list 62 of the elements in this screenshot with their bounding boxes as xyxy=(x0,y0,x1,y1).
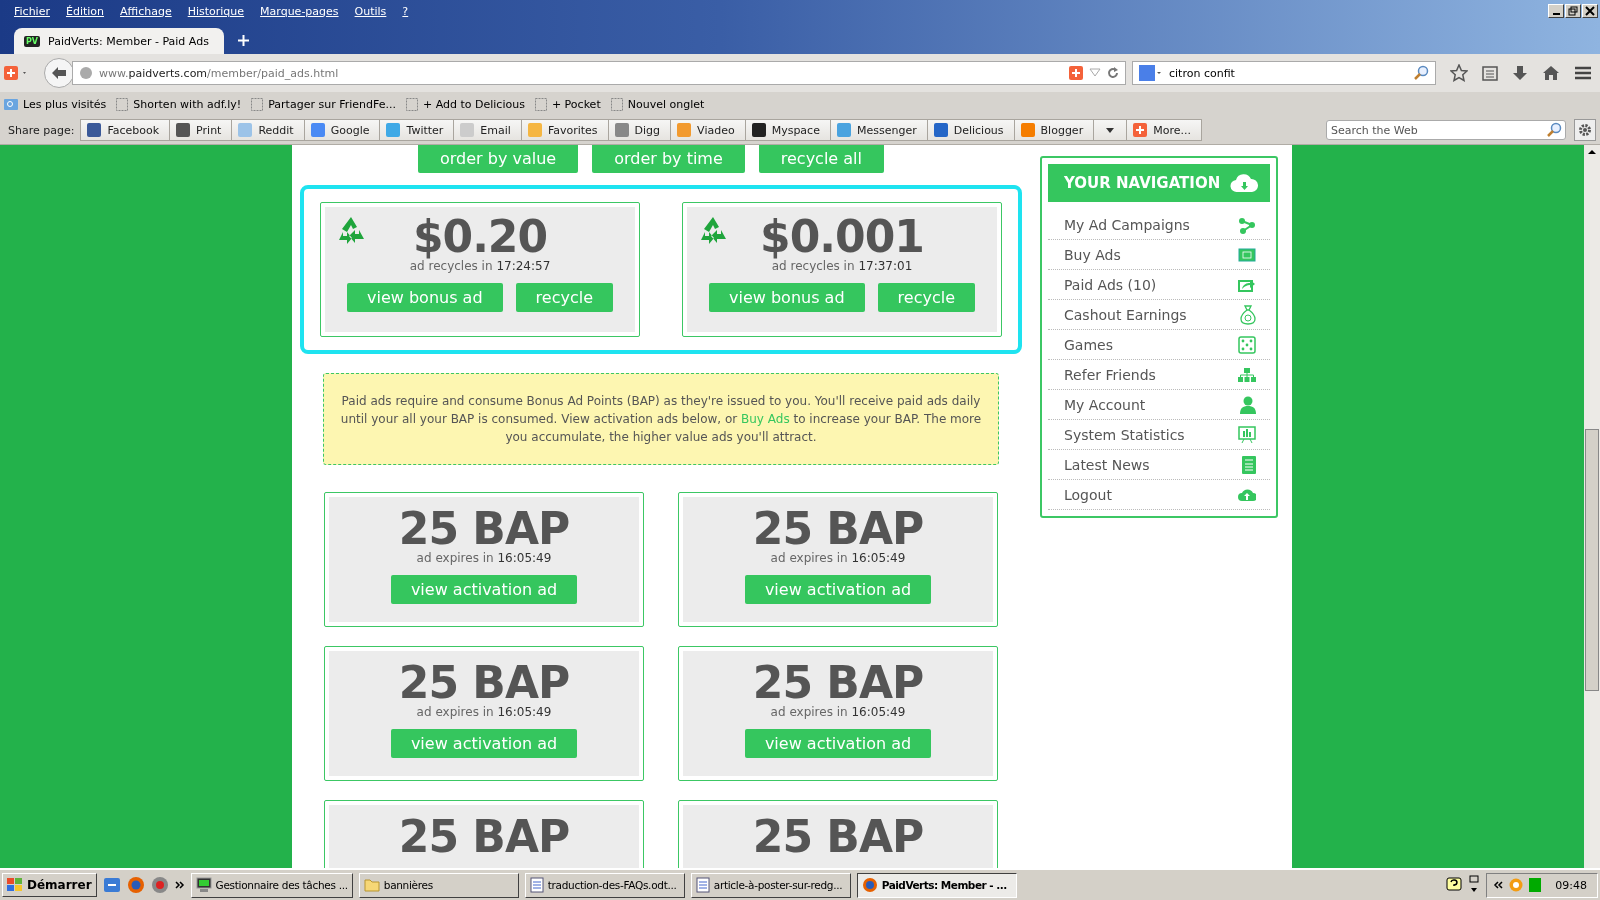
nav-item[interactable]: My Ad Campaigns xyxy=(1048,210,1270,240)
share-button[interactable]: Reddit xyxy=(232,119,305,141)
ad-value: 25 BAP xyxy=(752,811,924,863)
nav-item[interactable]: Paid Ads (10) xyxy=(1048,270,1270,300)
browser-tab[interactable]: PV PaidVerts: Member - Paid Ads xyxy=(14,28,224,54)
bookmark-item[interactable]: Partager sur FriendFe... xyxy=(251,97,396,111)
menu-item[interactable]: Marque-pages xyxy=(252,4,347,18)
nav-item[interactable]: Games xyxy=(1048,330,1270,360)
web-search-field[interactable]: Search the Web xyxy=(1326,120,1566,140)
share-label: Share page: xyxy=(8,123,75,137)
clock: 09:48 xyxy=(1555,878,1587,892)
menu-item[interactable]: Outils xyxy=(346,4,395,18)
bookmark-item[interactable]: + Add to Delicious xyxy=(405,97,525,111)
ad-value: $0.001 xyxy=(760,211,924,262)
recycle-timer: ad recycles in 17:37:01 xyxy=(771,259,913,273)
nav-item[interactable]: Logout xyxy=(1048,480,1270,510)
notice-text: Paid ads require and consume Bonus Ad Points (BAP) as they're issued to you. You'll receive paid ads daily until your all your BAP is consumed. View activation ads below, or Buy Ads to increase your BAP. The more you accumulate, the higher value ads you'll attract. xyxy=(323,373,999,465)
navigation-title: YOUR NAVIGATION xyxy=(1064,174,1221,192)
nav-item[interactable]: Cashout Earnings xyxy=(1048,300,1270,330)
menu-item[interactable]: Historique xyxy=(179,4,253,18)
share-button[interactable]: Email xyxy=(454,119,522,141)
taskbar-button[interactable]: PaidVerts: Member - ... xyxy=(856,872,1017,898)
taskbar-button[interactable]: article-à-poster-sur-redg... xyxy=(690,872,851,898)
nav-item[interactable]: Refer Friends xyxy=(1048,360,1270,390)
share-button[interactable]: Delicious xyxy=(927,119,1015,141)
menu-item[interactable]: Édition xyxy=(57,4,112,18)
nav-item[interactable]: System Statistics xyxy=(1048,420,1270,450)
share-button[interactable]: Viadeo xyxy=(671,119,746,141)
address-field[interactable]: www.paidverts.com/member/paid_ads.html xyxy=(72,61,1126,85)
more-button[interactable]: More... xyxy=(1127,119,1202,141)
share-button[interactable]: Favorites xyxy=(521,119,609,141)
menu-item[interactable]: Affichage xyxy=(112,4,180,18)
share-button[interactable]: Digg xyxy=(608,119,672,141)
start-button[interactable]: Démarrer xyxy=(2,873,97,897)
share-button[interactable]: Messenger xyxy=(830,119,928,141)
recycle-timer: ad recycles in 17:24:57 xyxy=(409,259,551,273)
menu-item[interactable]: ? xyxy=(394,4,417,18)
menu-item[interactable]: Fichier xyxy=(6,4,58,18)
nav-item[interactable]: Buy Ads xyxy=(1048,240,1270,270)
ad-value: $0.20 xyxy=(412,211,548,262)
nav-item[interactable]: My Account xyxy=(1048,390,1270,420)
bookmark-item[interactable]: Nouvel onglet xyxy=(610,97,705,111)
taskbar-button[interactable]: bannières xyxy=(358,872,519,898)
expiry-timer: ad expires in 16:05:49 xyxy=(416,705,552,719)
bookmark-item[interactable]: Shorten with adf.ly! xyxy=(116,97,242,111)
share-button[interactable]: Print xyxy=(170,119,233,141)
share-button[interactable]: Google xyxy=(304,119,381,141)
taskbar-button[interactable]: traduction-des-FAQs.odt... xyxy=(524,872,685,898)
expiry-timer: ad expires in 16:05:49 xyxy=(416,551,552,565)
share-button[interactable]: Facebook xyxy=(80,119,171,141)
favicon: PV xyxy=(24,35,41,47)
expiry-timer: ad expires in 16:05:49 xyxy=(770,551,906,565)
share-button[interactable]: Twitter xyxy=(380,119,455,141)
ad-value: 25 BAP xyxy=(398,811,570,863)
taskbar-button[interactable]: Gestionnaire des tâches ... xyxy=(190,872,353,898)
bookmark-item[interactable]: Les plus visités xyxy=(4,97,107,111)
expiry-timer: ad expires in 16:05:49 xyxy=(770,705,906,719)
search-field[interactable]: citron confit xyxy=(1132,61,1436,85)
share-button[interactable]: Myspace xyxy=(745,119,831,141)
nav-item[interactable]: Latest News xyxy=(1048,450,1270,480)
share-button[interactable]: Blogger xyxy=(1014,119,1095,141)
bookmark-item[interactable]: + Pocket xyxy=(534,97,601,111)
